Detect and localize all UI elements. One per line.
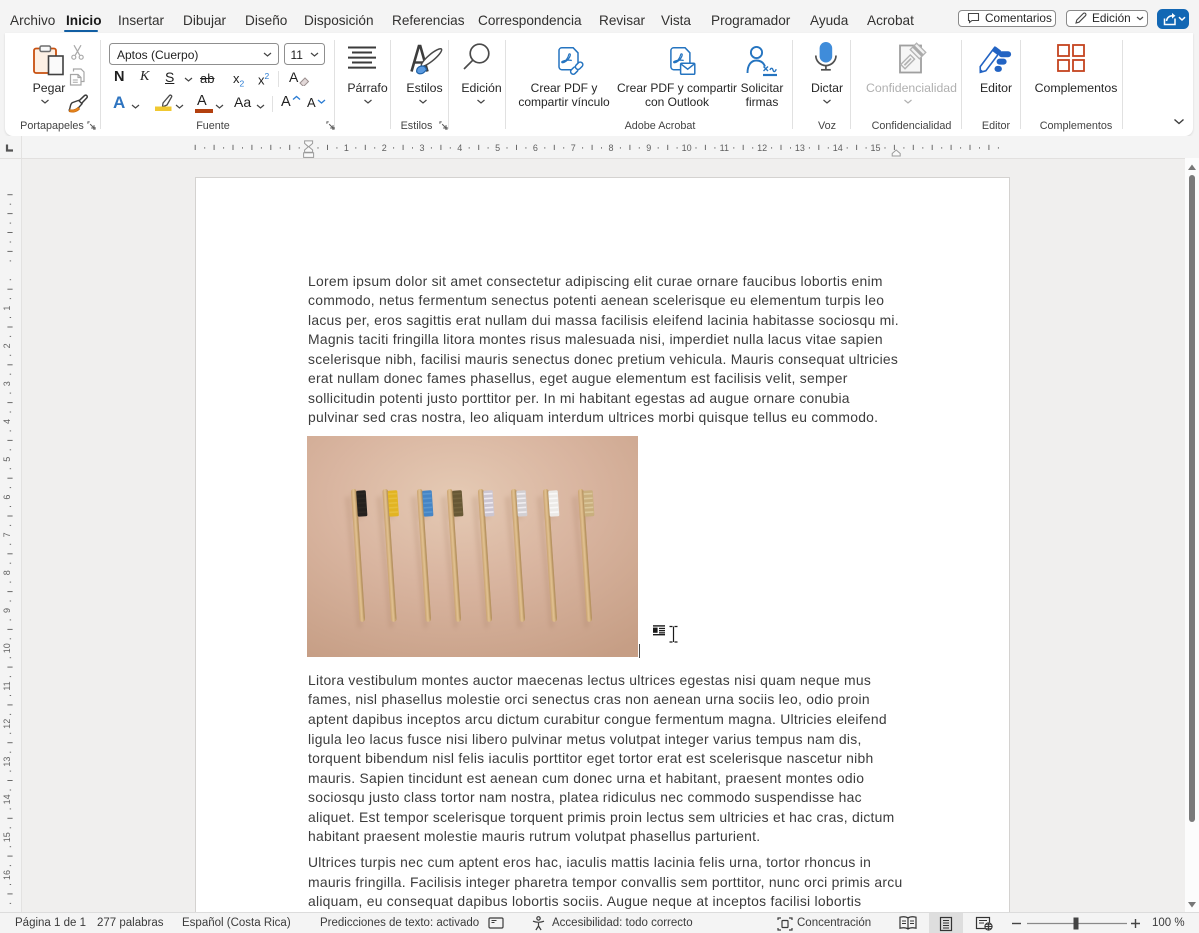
svg-text:9: 9 [2, 608, 12, 613]
svg-text:10: 10 [2, 643, 12, 653]
svg-text:9: 9 [646, 143, 651, 153]
svg-text:2: 2 [382, 143, 387, 153]
svg-text:11: 11 [2, 681, 12, 690]
svg-text:7: 7 [571, 143, 576, 153]
svg-text:5: 5 [495, 143, 500, 153]
svg-text:14: 14 [833, 143, 843, 153]
svg-text:11: 11 [720, 143, 729, 153]
svg-text:15: 15 [870, 143, 880, 153]
svg-text:6: 6 [533, 143, 538, 153]
svg-text:8: 8 [2, 570, 12, 575]
svg-text:4: 4 [2, 419, 12, 424]
svg-text:3: 3 [2, 381, 12, 386]
svg-text:16: 16 [2, 870, 12, 880]
svg-text:13: 13 [2, 757, 12, 767]
svg-text:15: 15 [2, 832, 12, 842]
svg-text:13: 13 [795, 143, 805, 153]
svg-text:4: 4 [457, 143, 462, 153]
svg-text:1: 1 [2, 306, 12, 311]
svg-text:12: 12 [757, 143, 767, 153]
svg-text:2: 2 [2, 343, 12, 348]
svg-text:10: 10 [682, 143, 692, 153]
svg-text:8: 8 [608, 143, 613, 153]
svg-text:3: 3 [419, 143, 424, 153]
svg-text:7: 7 [2, 532, 12, 537]
svg-text:12: 12 [2, 719, 12, 729]
svg-text:14: 14 [2, 794, 12, 804]
svg-text:5: 5 [2, 457, 12, 462]
svg-text:6: 6 [2, 495, 12, 500]
svg-text:1: 1 [344, 143, 349, 153]
